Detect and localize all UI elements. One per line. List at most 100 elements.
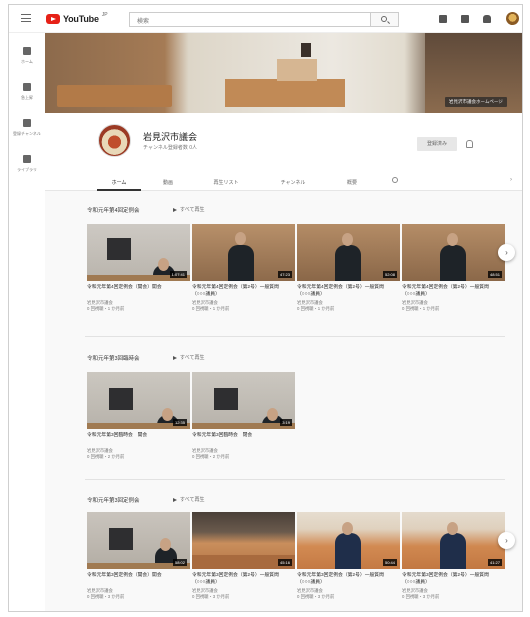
video-meta: 0 回視聴・3 か月前 [297,594,335,599]
video-thumbnail[interactable]: 47:23 [192,224,295,281]
thumb-head [158,258,169,271]
account-avatar[interactable] [506,12,519,25]
logo-text: YouTube [63,14,99,24]
video-title[interactable]: 令和元年第3回臨時会 閉会 [192,433,292,440]
thumb-head [342,233,353,246]
sidebar-item-home[interactable]: ホーム [9,47,45,65]
play-all-button[interactable]: すべて再生 [173,206,204,213]
video-title[interactable]: 令和元年第3回定例会（第2号）一般質問（○○○議員） [192,573,292,586]
shelf-divider [85,336,505,337]
search-button[interactable] [371,12,399,27]
subscriber-count: チャンネル登録者数 0人 [143,145,198,151]
thumb-person [335,245,361,281]
thumb-person [335,533,361,569]
thumb-monitor [109,528,133,550]
shelf-divider [85,479,505,480]
video-title[interactable]: 令和元年第3回臨時会 開会 [87,433,187,440]
library-icon [23,155,31,163]
thumb-head [447,522,458,535]
thumb-head [160,538,171,551]
tab-channels[interactable]: チャンネル [257,175,329,191]
play-all-button[interactable]: すべて再生 [173,354,204,361]
shelf-title[interactable]: 令和元年第3回臨時会 [87,354,140,362]
video-meta: 0 回視聴・3 か月前 [192,594,230,599]
channel-search-icon[interactable] [392,177,398,183]
play-icon [173,207,177,212]
thumb-monitor [109,388,133,410]
tab-about[interactable]: 概要 [329,175,375,191]
subscribe-button[interactable]: 登録済み [417,137,457,151]
browser-frame: YouTube JP 検索 ホーム 急上昇 登録チャンネル ライブラリ 岩見沢市… [8,4,523,612]
banner-podium [277,59,317,81]
create-video-icon[interactable] [439,15,447,23]
thumb-head [235,232,246,245]
video-thumbnail[interactable]: 50:44 [297,512,400,569]
video-title[interactable]: 令和元年第4回定例会（開会）開会 [87,285,187,292]
shelf-title[interactable]: 令和元年第4回定例会 [87,206,140,214]
subscriptions-icon [23,119,31,127]
play-all-button[interactable]: すべて再生 [173,496,204,503]
video-thumbnail[interactable]: 41:27 [402,512,505,569]
youtube-play-icon [46,14,60,24]
search-input[interactable]: 検索 [129,12,371,27]
video-thumbnail[interactable]: 48:51 [402,224,505,281]
video-duration: 52:08 [382,271,397,278]
video-title[interactable]: 令和元年第4回定例会（第2号）一般質問（○○○議員） [192,285,292,298]
video-title[interactable]: 令和元年第4回定例会（第2号）一般質問（○○○議員） [402,285,502,298]
top-bar: YouTube JP 検索 [9,5,522,33]
thumb-head [447,233,458,246]
home-icon [23,47,31,55]
tab-home[interactable]: ホーム [97,175,141,191]
banner-link[interactable]: 岩見沢市議会ホームページ [445,97,507,107]
shelf-next-button[interactable]: › [498,532,515,549]
video-meta: 0 回視聴・3 か月前 [402,594,440,599]
video-meta: 0 回視聴・1 か月前 [192,306,230,311]
sidebar-item-label: ライブラリ [17,167,37,172]
channel-name: 岩見沢市議会 [143,132,198,142]
search-icon [381,16,387,22]
shelf-next-button[interactable]: › [498,244,515,261]
hamburger-menu-icon[interactable] [21,14,31,22]
video-thumbnail[interactable]: 3:19 [192,372,295,429]
youtube-logo[interactable]: YouTube JP [46,12,108,25]
video-thumbnail[interactable]: 45:16 [192,512,295,569]
shelf-title[interactable]: 令和元年第3回定例会 [87,496,140,504]
sidebar-item-library[interactable]: ライブラリ [9,155,45,173]
video-duration: 12:35 [172,419,187,426]
thumb-head [162,408,173,421]
sidebar-item-trending[interactable]: 急上昇 [9,83,45,101]
video-thumbnail[interactable]: 58:02 [87,512,190,569]
channel-page: 岩見沢市議会ホームページ 岩見沢市議会 チャンネル登録者数 0人 登録済み ホー… [45,33,522,611]
video-title[interactable]: 令和元年第3回定例会（第2号）一般質問（○○○議員） [402,573,502,586]
left-sidebar: ホーム 急上昇 登録チャンネル ライブラリ [9,33,45,611]
apps-icon[interactable] [461,15,469,23]
video-thumbnail[interactable]: 1:07:41 [87,224,190,281]
video-duration: 3:19 [280,419,292,426]
chevron-right-icon[interactable]: › [510,177,512,183]
video-duration: 48:51 [487,271,502,278]
tab-videos[interactable]: 動画 [141,175,195,191]
play-icon [173,497,177,502]
video-meta: 0 回視聴・3 か月前 [87,594,125,599]
video-thumbnail[interactable]: 12:35 [87,372,190,429]
video-title[interactable]: 令和元年第3回定例会（開会）開会 [87,573,187,580]
tab-playlists[interactable]: 再生リスト [195,175,257,191]
play-all-label: すべて再生 [180,497,205,503]
play-icon [173,355,177,360]
notifications-bell-icon[interactable] [483,15,491,23]
banner-chair [301,43,311,57]
video-title[interactable]: 令和元年第4回定例会（第2号）一般質問（○○○議員） [297,285,397,298]
thumb-person [228,245,254,281]
sidebar-item-subscriptions[interactable]: 登録チャンネル [9,119,45,137]
sidebar-item-label: 急上昇 [21,95,33,100]
video-title[interactable]: 令和元年第3回定例会（第2号）一般質問（○○○議員） [297,573,397,586]
channel-header: 岩見沢市議会 チャンネル登録者数 0人 登録済み ホーム 動画 再生リスト チャ… [45,113,522,191]
video-meta: 0 回視聴・2 か月前 [87,454,125,459]
video-meta: 0 回視聴・1 か月前 [87,306,125,311]
thumb-person [440,533,466,569]
video-thumbnail[interactable]: 52:08 [297,224,400,281]
play-all-label: すべて再生 [180,207,205,213]
video-duration: 1:07:41 [169,271,187,278]
notification-bell-icon[interactable] [466,140,473,148]
trending-icon [23,83,31,91]
